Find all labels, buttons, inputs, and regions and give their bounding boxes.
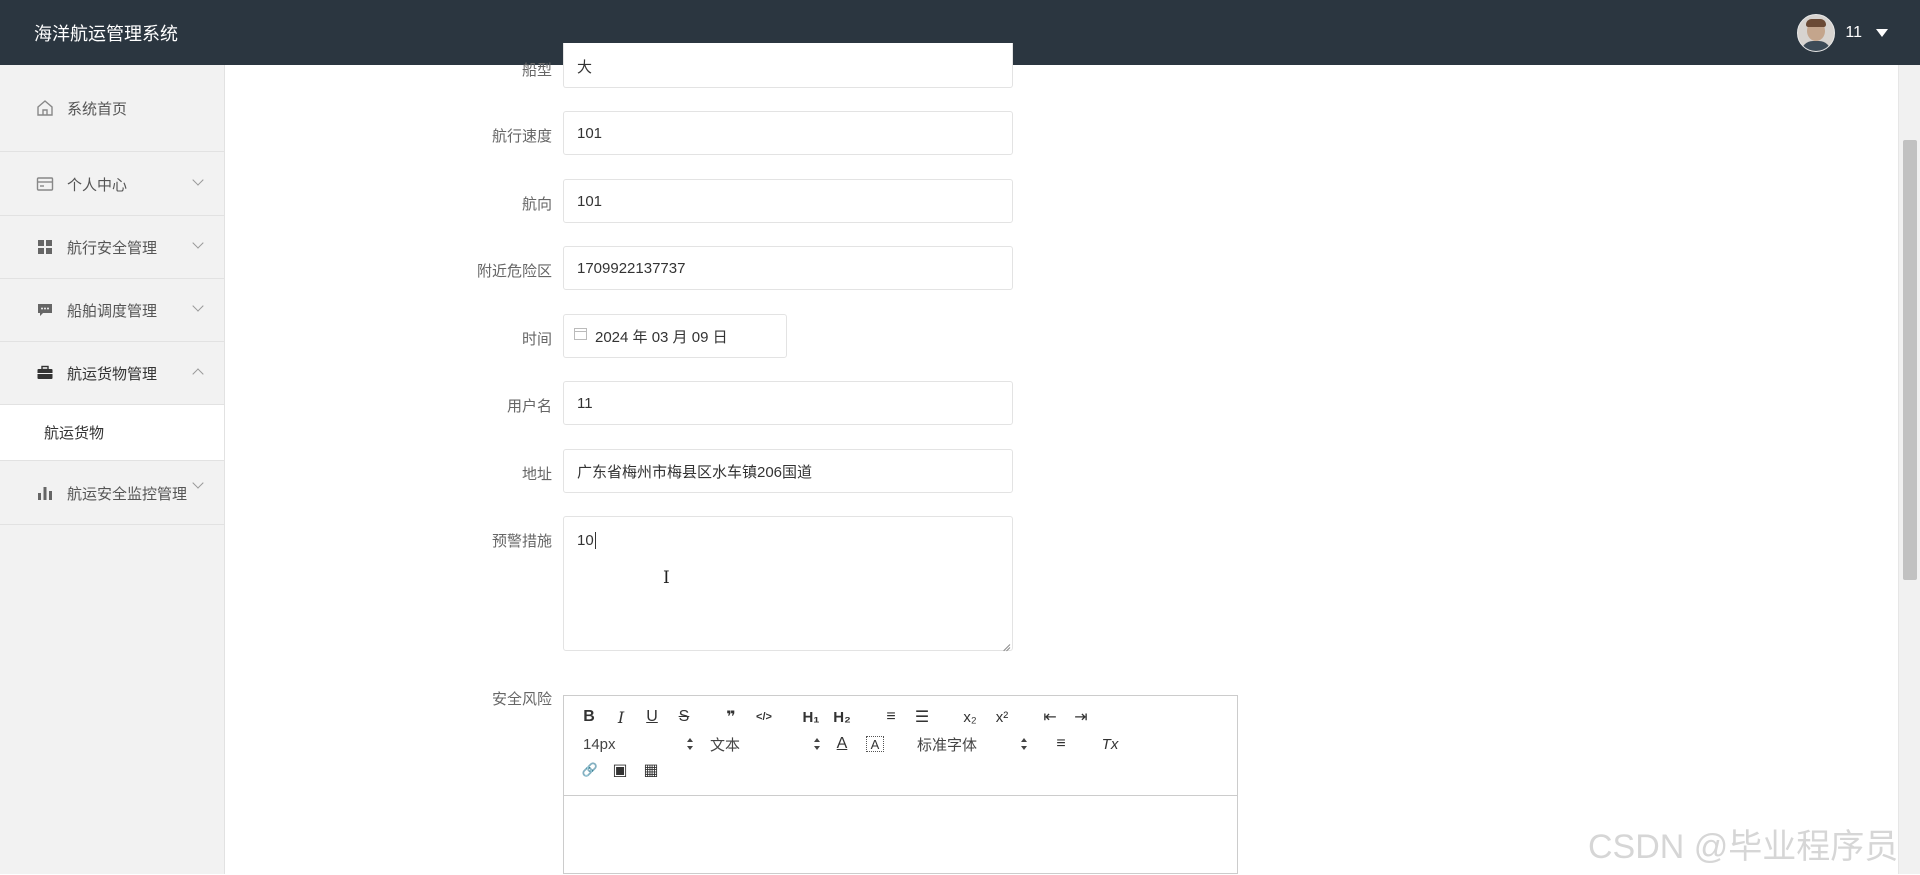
select-arrows-icon: [814, 738, 820, 750]
watermark: CSDN @毕业程序员: [1588, 828, 1899, 866]
clean-format-button[interactable]: Tx: [1100, 733, 1120, 755]
strike-button[interactable]: S: [676, 706, 692, 728]
header-select[interactable]: 文本: [710, 733, 820, 755]
image-icon[interactable]: ▣: [611, 759, 629, 781]
heading-input[interactable]: 101: [563, 179, 1013, 223]
select-arrows-icon: [687, 738, 693, 750]
scrollbar-thumb[interactable]: [1903, 140, 1917, 580]
sidebar-item-home[interactable]: 系统首页: [0, 65, 224, 152]
grid-icon: [36, 238, 54, 256]
date-picker[interactable]: 2024 年 03 月 09 日: [563, 314, 787, 358]
wallet-icon: [36, 175, 54, 193]
blockquote-button[interactable]: ❞: [722, 706, 740, 728]
font-size-select[interactable]: 14px: [583, 733, 693, 755]
danger-zone-label: 附近危险区: [476, 263, 552, 280]
sidebar-item-ship-dispatch[interactable]: 船舶调度管理: [0, 279, 224, 342]
indent-button[interactable]: ⇥: [1071, 706, 1091, 728]
username-input[interactable]: 11: [563, 381, 1013, 425]
chat-icon: [36, 301, 54, 319]
sidebar-item-label: 系统首页: [67, 101, 128, 118]
font-family-value: 标准字体: [917, 736, 978, 754]
ship-type-input[interactable]: 大: [563, 43, 1013, 88]
calendar-icon: [574, 328, 587, 340]
chevron-down-icon: [192, 174, 204, 186]
warning-measures-value: 10: [577, 532, 594, 549]
avatar[interactable]: [1797, 13, 1836, 52]
user-name[interactable]: 11: [1845, 24, 1862, 42]
select-arrows-icon: [1021, 738, 1027, 750]
h1-button[interactable]: H₁: [800, 706, 822, 728]
text-cursor-icon: I: [663, 568, 670, 588]
sidebar-item-label: 航运货物管理: [67, 366, 158, 383]
sidebar-item-label: 航运安全监控管理: [67, 486, 188, 503]
speed-input[interactable]: 101: [563, 111, 1013, 155]
code-block-button[interactable]: </>: [754, 706, 774, 728]
app-title: 海洋航运管理系统: [34, 23, 178, 44]
sidebar-item-cargo-management[interactable]: 航运货物管理: [0, 342, 224, 405]
sidebar-item-personal-center[interactable]: 个人中心: [0, 152, 224, 216]
font-color-button[interactable]: A: [834, 733, 850, 755]
sidebar-item-navigation-safety[interactable]: 航行安全管理: [0, 216, 224, 279]
user-menu[interactable]: 11: [1797, 13, 1888, 52]
sidebar-item-label: 船舶调度管理: [67, 303, 158, 320]
heading-label: 航向: [521, 196, 552, 213]
sidebar-item-safety-monitoring[interactable]: 航运安全监控管理: [0, 461, 224, 525]
chevron-down-icon: [192, 237, 204, 249]
username-label: 用户名: [506, 398, 552, 415]
address-input[interactable]: 广东省梅州市梅县区水车镇206国道: [563, 449, 1013, 493]
chevron-down-icon: [192, 477, 204, 489]
scrollbar[interactable]: [1898, 65, 1920, 874]
header-select-value: 文本: [710, 736, 741, 754]
time-label: 时间: [521, 331, 552, 348]
font-size-value: 14px: [583, 735, 616, 753]
briefcase-icon: [36, 364, 54, 382]
address-label: 地址: [521, 466, 552, 483]
sidebar-item-label: 个人中心: [67, 177, 128, 194]
font-family-select[interactable]: 标准字体: [917, 733, 1027, 755]
link-icon[interactable]: 🔗: [580, 759, 600, 781]
subscript-button[interactable]: x₂: [960, 706, 980, 728]
safety-risk-label: 安全风险: [491, 691, 552, 708]
bar-chart-icon: [36, 484, 54, 502]
chevron-down-icon: [192, 300, 204, 312]
align-button[interactable]: ≡: [1052, 733, 1070, 755]
resize-handle-icon[interactable]: [1001, 639, 1010, 648]
danger-zone-input[interactable]: 1709922137737: [563, 246, 1013, 290]
background-color-button[interactable]: A: [866, 736, 884, 752]
bold-button[interactable]: B: [581, 706, 597, 728]
superscript-button[interactable]: x²: [992, 706, 1012, 728]
sidebar-subitem-cargo[interactable]: 航运货物: [0, 405, 224, 461]
warning-measures-label: 预警措施: [491, 533, 552, 550]
home-icon: [36, 99, 54, 117]
chevron-up-icon: [192, 368, 204, 380]
editor-content-area[interactable]: [564, 796, 1237, 875]
italic-button[interactable]: I: [613, 706, 629, 728]
date-value: 2024 年 03 月 09 日: [595, 328, 728, 346]
sidebar-item-label: 航行安全管理: [67, 240, 158, 257]
editor-toolbar: B I U S ❞ </> H₁ H₂ ≡ ☰ x₂ x² ⇤ ⇥ 14px 文…: [564, 696, 1237, 796]
ordered-list-button[interactable]: ≡: [881, 706, 901, 728]
underline-button[interactable]: U: [644, 706, 660, 728]
warning-measures-textarea[interactable]: 10: [563, 516, 1013, 651]
h2-button[interactable]: H₂: [831, 706, 853, 728]
video-icon[interactable]: ▦: [642, 759, 660, 781]
caret-down-icon[interactable]: [1876, 28, 1888, 37]
sidebar-subitem-label: 航运货物: [44, 425, 105, 442]
ship-type-label: 船型: [521, 62, 552, 79]
bullet-list-button[interactable]: ☰: [912, 706, 932, 728]
speed-label: 航行速度: [491, 128, 552, 145]
outdent-button[interactable]: ⇤: [1040, 706, 1060, 728]
sidebar: 系统首页 个人中心 航行安全管理 船舶调度管理 航运货物管理 航运货物 航运安全…: [0, 65, 225, 874]
rich-text-editor: B I U S ❞ </> H₁ H₂ ≡ ☰ x₂ x² ⇤ ⇥ 14px 文…: [563, 695, 1238, 874]
